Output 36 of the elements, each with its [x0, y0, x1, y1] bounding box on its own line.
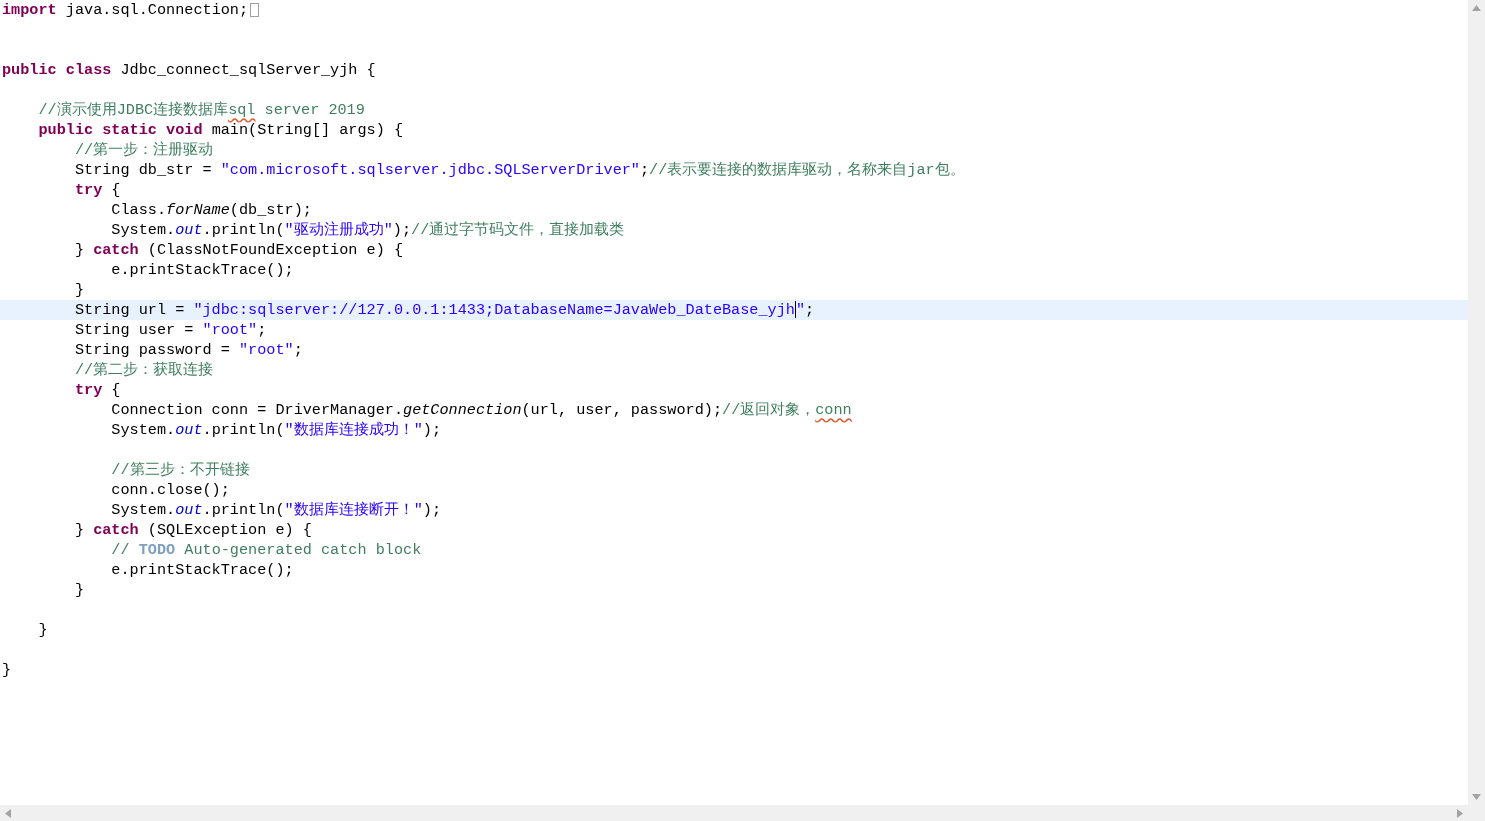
code-line: public static void main(String[] args) {: [38, 120, 404, 140]
code-line: }: [38, 620, 48, 640]
code-line: try {: [74, 380, 121, 400]
scroll-right-icon[interactable]: [1457, 808, 1463, 818]
code-line: conn.close();: [111, 480, 230, 500]
code-line: public class Jdbc_connect_sqlServer_yjh {: [2, 60, 376, 80]
code-line: //第二步：获取连接: [74, 360, 214, 380]
code-line: //演示使用JDBC连接数据库sql server 2019: [38, 100, 365, 120]
code-line: e.printStackTrace();: [111, 260, 294, 280]
code-line: String db_str = "com.microsoft.sqlserver.jdbc.SQLServerDriver";//表示要连接的数据库驱动，名称来自jar包。: [74, 160, 965, 180]
scroll-down-icon[interactable]: [1472, 794, 1481, 800]
code-line: import java.sql.Connection;: [2, 0, 249, 20]
code-line: }: [2, 660, 12, 680]
scroll-up-icon[interactable]: [1472, 5, 1481, 11]
code-line: // TODO Auto-generated catch block: [111, 540, 422, 560]
code-line: System.out.println("驱动注册成功");//通过字节码文件，直接加载类: [111, 220, 625, 240]
code-line: String user = "root";: [74, 320, 267, 340]
code-line: e.printStackTrace();: [111, 560, 294, 580]
horizontal-scrollbar[interactable]: [0, 805, 1485, 821]
code-line: Class.forName(db_str);: [111, 200, 312, 220]
code-line: } catch (ClassNotFoundException e) {: [74, 240, 404, 260]
vertical-scrollbar[interactable]: [1468, 0, 1485, 805]
code-line: //第三步：不开链接: [111, 460, 250, 480]
code-line: String url = "jdbc:sqlserver://127.0.0.1:1433;DatabaseName=JavaWeb_DateBase_yjh";: [74, 300, 815, 320]
code-line: }: [74, 580, 85, 600]
code-line: String password = "root";: [74, 340, 303, 360]
code-line: System.out.println("数据库连接成功！");: [111, 420, 441, 440]
code-line: //第一步：注册驱动: [74, 140, 214, 160]
code-line: } catch (SQLException e) {: [74, 520, 312, 540]
code-line: try {: [74, 180, 121, 200]
code-editor[interactable]: [0, 0, 1485, 821]
folded-code-icon[interactable]: [250, 3, 260, 17]
scroll-left-icon[interactable]: [5, 808, 11, 818]
code-line: }: [74, 280, 85, 300]
code-line: Connection conn = DriverManager.getConnection(url, user, password);//返回对象，conn: [111, 400, 852, 420]
code-line: System.out.println("数据库连接断开！");: [111, 500, 441, 520]
